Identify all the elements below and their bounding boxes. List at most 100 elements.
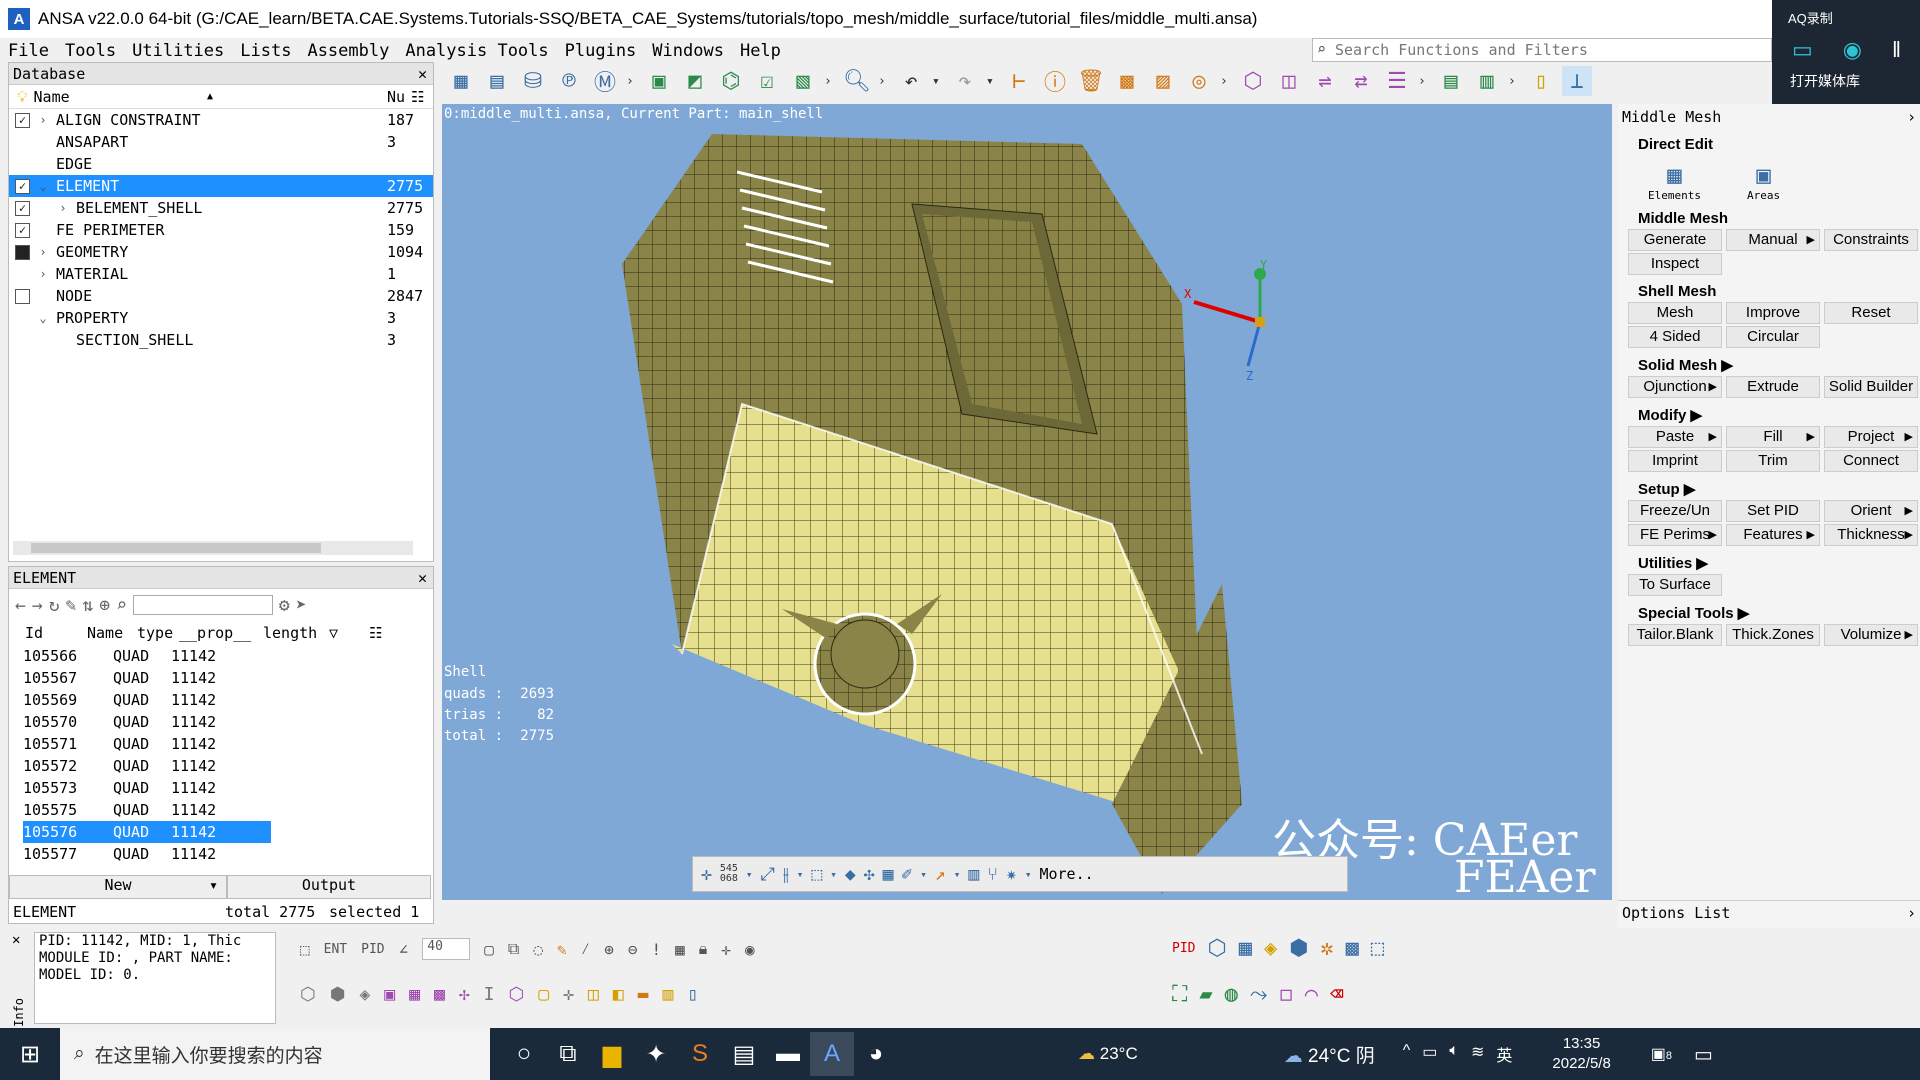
folder-icon[interactable]: ▭ — [1792, 37, 1813, 63]
recorder-icon[interactable]: ◕ — [854, 1032, 898, 1076]
hex-icon[interactable]: ⬡ — [509, 984, 525, 1005]
delete-icon[interactable]: 🗑︎ — [1076, 66, 1106, 96]
table-icon[interactable]: ▩ — [1346, 936, 1359, 961]
volumize-button[interactable]: Volumize ▶ — [1824, 624, 1918, 646]
database-row[interactable]: › MATERIAL 1 — [9, 263, 433, 285]
frame-icon[interactable]: ◫ — [1274, 66, 1304, 96]
panel-icon[interactable]: ▯ — [687, 984, 698, 1005]
paste-button[interactable]: Paste ▶ — [1628, 426, 1722, 448]
media-library-label[interactable]: 打开媒体库 — [1772, 63, 1920, 91]
info-icon[interactable]: ⓘ — [1040, 66, 1070, 96]
taskbar-search[interactable]: ⌕ 在这里输入你要搜索的内容 — [60, 1028, 490, 1080]
lightbulb-icon[interactable]: 💡︎ — [17, 88, 28, 106]
col-id[interactable]: Id — [25, 624, 43, 642]
slash-icon[interactable]: ⁄ — [581, 939, 591, 959]
menu-utilities[interactable]: Utilities — [132, 41, 224, 61]
close-icon[interactable]: ✕ — [418, 567, 427, 589]
col-length[interactable]: length — [263, 624, 317, 642]
constraints-button[interactable]: Constraints — [1824, 229, 1918, 251]
chevron-right-icon[interactable]: › — [1508, 74, 1520, 89]
element-table-row[interactable]: 105573 QUAD 11142 — [9, 777, 433, 799]
cube-icon[interactable]: ⬡ — [300, 984, 316, 1005]
column-menu-icon[interactable]: ☷ — [411, 88, 424, 106]
refresh-icon[interactable]: ↻ — [49, 595, 60, 616]
ime-indicator[interactable]: 英 — [1496, 1042, 1512, 1066]
undo-icon[interactable]: ↶ — [896, 66, 926, 96]
hatch-icon[interactable]: ▨ — [1148, 66, 1178, 96]
settings-icon[interactable]: ⚙ — [279, 595, 290, 616]
terminal-icon[interactable]: ▬ — [766, 1032, 810, 1076]
fit-icon[interactable]: ⛶ — [1172, 982, 1187, 1007]
pen-icon[interactable]: ✎ — [66, 595, 77, 616]
cube-solid-icon[interactable]: ◈ — [359, 984, 370, 1005]
notification-count[interactable]: ▣8 — [1651, 1044, 1672, 1064]
move-icon[interactable]: ✣ — [864, 864, 875, 885]
search-icon[interactable]: ⌕ — [116, 595, 127, 616]
minus-icon[interactable]: ⊖ — [628, 940, 638, 959]
mesh-module-icon[interactable]: ⊥ — [1562, 66, 1592, 96]
database-row[interactable]: NODE 2847 — [9, 285, 433, 307]
book-icon[interactable]: ▥ — [662, 984, 673, 1005]
path-icon[interactable]: ⤳ — [1250, 982, 1268, 1007]
cube-outline-icon[interactable]: ⬢ — [330, 984, 346, 1005]
section-heading[interactable]: Solid Mesh ▶ — [1618, 356, 1920, 374]
menu-analysis-tools[interactable]: Analysis Tools — [405, 41, 548, 61]
chevron-right-icon[interactable]: › — [1907, 901, 1916, 925]
chevron-right-icon[interactable]: › — [1907, 104, 1916, 130]
fill-button[interactable]: Fill ▶ — [1726, 426, 1820, 448]
pause-icon[interactable]: ‖ — [1892, 37, 1901, 63]
menu-file[interactable]: File — [8, 41, 49, 61]
beam-icon[interactable]: I — [484, 984, 495, 1005]
element-table-row[interactable]: 105576 QUAD 11142 — [9, 821, 433, 843]
checklist-icon[interactable]: ☑ — [752, 66, 782, 96]
chevron-right-icon[interactable]: › — [1220, 74, 1232, 89]
chevron-down-icon[interactable]: ▾ — [920, 868, 927, 881]
visibility-checkbox[interactable]: ✓ — [15, 178, 30, 194]
brush-icon[interactable]: ✐ — [901, 864, 912, 885]
manual-button[interactable]: Manual ▶ — [1726, 229, 1820, 251]
measure-icon[interactable]: ⊢ — [1004, 66, 1034, 96]
frame-icon[interactable]: ▢ — [538, 984, 549, 1005]
thick-zones-button[interactable]: Thick.Zones — [1726, 624, 1820, 646]
expand-chevron-icon[interactable]: ⌄ — [36, 311, 50, 325]
close-icon[interactable]: ✕ — [12, 932, 20, 948]
lock-icon[interactable]: 🔒︎ — [699, 939, 708, 959]
visibility-checkbox[interactable] — [15, 288, 30, 304]
expand-chevron-icon[interactable]: › — [36, 113, 50, 127]
database-row[interactable]: SECTION_SHELL 3 — [9, 329, 433, 351]
chevron-down-icon[interactable]: ▾ — [1025, 868, 1032, 881]
ojunction-button[interactable]: Ojunction ▶ — [1628, 376, 1722, 398]
report-icon[interactable]: ▧ — [788, 66, 818, 96]
menu-help[interactable]: Help — [740, 41, 781, 61]
menu-tools[interactable]: Tools — [65, 41, 116, 61]
chevron-down-icon[interactable]: ▾ — [830, 868, 837, 881]
back-arrow-icon[interactable]: ← — [15, 595, 26, 616]
fork-icon[interactable]: ⑂ — [987, 864, 998, 885]
calculator-icon[interactable]: ▩ — [1112, 66, 1142, 96]
menu-assembly[interactable]: Assembly — [307, 41, 389, 61]
expand-chevron-icon[interactable]: › — [56, 201, 70, 215]
inspect-button[interactable]: Inspect — [1628, 253, 1722, 275]
features-button[interactable]: Features ▶ — [1726, 524, 1820, 546]
visibility-checkbox[interactable]: ✓ — [15, 112, 30, 128]
database-row[interactable]: ✓ ⌄ ELEMENT 2775 — [9, 175, 433, 197]
weather-2[interactable]: ☁ 24°C 阴 — [1284, 1041, 1375, 1068]
bird-app-icon[interactable]: ✦ — [634, 1032, 678, 1076]
chevron-right-icon[interactable]: › — [626, 74, 638, 89]
select-region-icon[interactable]: ⬚ — [300, 940, 310, 959]
doc-icon[interactable]: ▤ — [1436, 66, 1466, 96]
tailor-blank-button[interactable]: Tailor.Blank — [1628, 624, 1722, 646]
close-icon[interactable]: ✕ — [418, 63, 427, 85]
database-row[interactable]: ✓ › ALIGN CONSTRAINT 187 — [9, 109, 433, 131]
new-button[interactable]: New ▾ — [9, 875, 227, 899]
improve-button[interactable]: Improve — [1726, 302, 1820, 324]
select-box-icon[interactable]: ⬚ — [811, 864, 822, 885]
col-type[interactable]: type — [137, 624, 173, 642]
menu-windows[interactable]: Windows — [652, 41, 724, 61]
surface-icon[interactable]: ◩ — [680, 66, 710, 96]
element-table-row[interactable]: 105566 QUAD 11142 — [9, 645, 433, 667]
reset-button[interactable]: Reset — [1824, 302, 1918, 324]
filter-icon[interactable]: ▽ — [329, 624, 338, 642]
layout-icon[interactable]: ▥ — [1472, 66, 1502, 96]
section-heading[interactable]: Utilities ▶ — [1618, 554, 1920, 572]
